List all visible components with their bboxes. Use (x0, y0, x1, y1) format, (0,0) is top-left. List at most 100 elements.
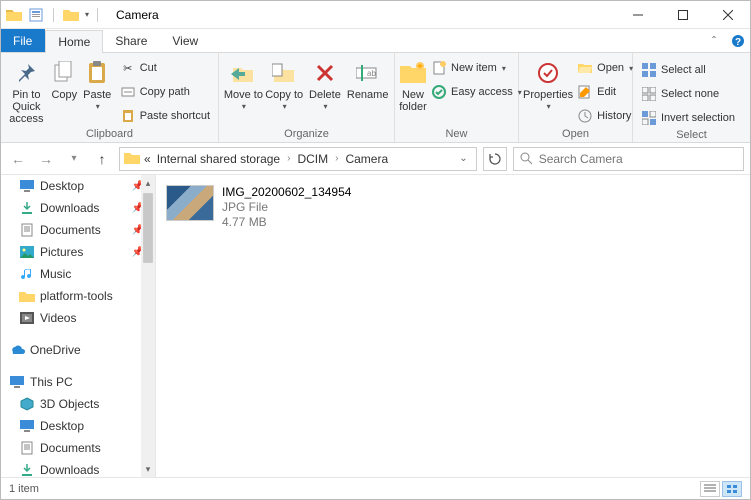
tab-file[interactable]: File (1, 29, 45, 52)
copy-icon (50, 59, 78, 87)
ribbon: Pin to Quick access Copy Paste▾ ✂Cut Cop… (1, 53, 750, 143)
title-bar: ▾ Camera (1, 1, 750, 29)
invert-selection-icon (641, 110, 657, 126)
copy-path-button[interactable]: Copy path (116, 81, 214, 103)
back-button[interactable]: ← (7, 148, 29, 170)
scroll-up-arrow-icon[interactable]: ▴ (146, 175, 151, 191)
edit-button[interactable]: Edit (573, 81, 637, 103)
nav-pane-scrollbar[interactable]: ▴ ▾ (141, 175, 155, 477)
delete-button[interactable]: Delete▾ (305, 55, 346, 112)
chevron-right-icon[interactable]: › (284, 153, 293, 164)
refresh-button[interactable] (483, 147, 507, 171)
properties-button[interactable]: Properties▾ (523, 55, 573, 112)
select-all-button[interactable]: Select all (637, 59, 739, 81)
up-button[interactable]: ↑ (91, 148, 113, 170)
new-folder-icon (399, 59, 427, 87)
paste-button[interactable]: Paste▾ (81, 55, 114, 112)
pictures-icon (19, 244, 35, 260)
copy-path-icon (120, 84, 136, 100)
large-icons-view-button[interactable] (722, 481, 742, 497)
svg-text:?: ? (735, 37, 741, 48)
breadcrumb-overflow[interactable]: « (142, 152, 153, 166)
minimize-button[interactable] (615, 1, 660, 29)
sidebar-item-pictures[interactable]: Pictures📌 (1, 241, 148, 263)
onedrive-icon (9, 342, 25, 358)
properties-icon (534, 59, 562, 87)
desktop-icon (19, 418, 35, 434)
sidebar-item-music[interactable]: Music (1, 263, 148, 285)
history-button[interactable]: History (573, 105, 637, 127)
status-bar: 1 item (1, 477, 750, 499)
move-to-icon (229, 59, 257, 87)
copy-to-button[interactable]: Copy to▾ (264, 55, 305, 112)
sidebar-item-onedrive[interactable]: OneDrive (1, 339, 148, 361)
easy-access-button[interactable]: Easy access▾ (427, 81, 526, 103)
sidebar-item-desktop[interactable]: Desktop (1, 415, 148, 437)
sidebar-item-platform-tools[interactable]: platform-tools (1, 285, 148, 307)
address-bar-row: ← → ▾ ↑ « Internal shared storage › DCIM… (1, 143, 750, 175)
move-to-button[interactable]: Move to▾ (223, 55, 264, 112)
chevron-right-icon[interactable]: › (332, 153, 341, 164)
sidebar-item-desktop[interactable]: Desktop📌 (1, 175, 148, 197)
desktop-icon (19, 178, 35, 194)
close-button[interactable] (705, 1, 750, 29)
help-button[interactable]: ? (726, 29, 750, 52)
recent-locations-button[interactable]: ▾ (63, 148, 85, 170)
scroll-down-arrow-icon[interactable]: ▾ (146, 461, 151, 477)
sidebar-item-this-pc[interactable]: This PC (1, 371, 148, 393)
tab-home[interactable]: Home (45, 30, 103, 53)
new-item-icon (431, 60, 447, 76)
sidebar-item-3d-objects[interactable]: 3D Objects (1, 393, 148, 415)
sidebar-item-downloads[interactable]: Downloads (1, 459, 148, 477)
open-icon (577, 60, 593, 76)
file-list-pane[interactable]: IMG_20200602_134954 JPG File 4.77 MB (156, 175, 750, 477)
tab-share[interactable]: Share (103, 29, 160, 52)
history-icon (577, 108, 593, 124)
delete-icon (311, 59, 339, 87)
videos-icon (19, 310, 35, 326)
breadcrumb-item[interactable]: Internal shared storage (155, 152, 282, 166)
search-box[interactable] (513, 147, 744, 171)
file-name: IMG_20200602_134954 (222, 185, 351, 200)
cut-button[interactable]: ✂Cut (116, 57, 214, 79)
select-all-icon (641, 62, 657, 78)
copy-button[interactable]: Copy (48, 55, 81, 101)
new-item-button[interactable]: New item▾ (427, 57, 526, 79)
new-folder-button[interactable]: New folder (399, 55, 427, 113)
file-item[interactable]: IMG_20200602_134954 JPG File 4.77 MB (164, 183, 742, 232)
rename-button[interactable]: ab Rename (345, 55, 390, 101)
copy-to-icon (270, 59, 298, 87)
open-button[interactable]: Open▾ (573, 57, 637, 79)
pin-quick-access-button[interactable]: Pin to Quick access (5, 55, 48, 125)
qat-properties-icon[interactable] (27, 6, 45, 24)
file-type: JPG File (222, 200, 351, 215)
sidebar-item-downloads[interactable]: Downloads📌 (1, 197, 148, 219)
downloads-icon (19, 200, 35, 216)
window-title: Camera (116, 8, 159, 22)
sidebar-item-videos[interactable]: Videos (1, 307, 148, 329)
address-bar[interactable]: « Internal shared storage › DCIM › Camer… (119, 147, 477, 171)
downloads-icon (19, 462, 35, 477)
sidebar-item-documents[interactable]: Documents (1, 437, 148, 459)
details-view-button[interactable] (700, 481, 720, 497)
invert-selection-button[interactable]: Invert selection (637, 107, 739, 129)
cut-icon: ✂ (120, 60, 136, 76)
breadcrumb-item[interactable]: Camera (343, 152, 390, 166)
music-icon (19, 266, 35, 282)
maximize-button[interactable] (660, 1, 705, 29)
paste-shortcut-button[interactable]: Paste shortcut (116, 105, 214, 127)
breadcrumb-item[interactable]: DCIM (295, 152, 330, 166)
ribbon-collapse-button[interactable]: ˆ (702, 29, 726, 52)
easy-access-icon (431, 84, 447, 100)
scroll-thumb[interactable] (143, 193, 153, 263)
forward-button[interactable]: → (35, 148, 57, 170)
rename-icon: ab (354, 59, 382, 87)
search-input[interactable] (539, 152, 737, 166)
address-dropdown-button[interactable]: ⌄ (455, 153, 471, 164)
tab-view[interactable]: View (160, 29, 211, 52)
select-none-button[interactable]: Select none (637, 83, 739, 105)
qat-dropdown-icon[interactable]: ▾ (85, 10, 89, 19)
folder-icon (19, 288, 35, 304)
pin-icon (12, 59, 40, 87)
sidebar-item-documents[interactable]: Documents📌 (1, 219, 148, 241)
